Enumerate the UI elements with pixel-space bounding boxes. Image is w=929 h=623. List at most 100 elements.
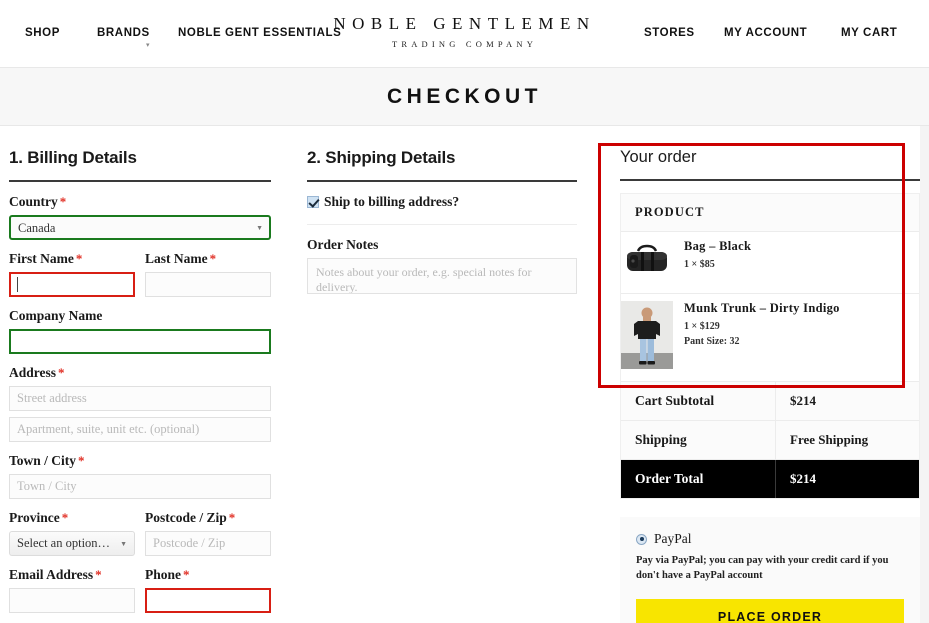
required-asterisk: * <box>75 251 83 266</box>
nav-item-my-cart[interactable]: MY CART <box>841 27 897 39</box>
email-label-text: Email Address <box>9 567 94 582</box>
first-name-label-text: First Name <box>9 251 74 266</box>
paypal-description: Pay via PayPal; you can pay with your cr… <box>636 555 889 582</box>
field-group-phone: Phone * <box>145 567 271 613</box>
order-total-label: Order Total <box>621 460 776 498</box>
city-input[interactable] <box>9 474 271 499</box>
field-group-address2 <box>9 417 271 442</box>
order-row-total: Order Total $214 <box>621 460 919 498</box>
page-scrollbar[interactable] <box>920 126 929 623</box>
billing-divider <box>9 180 271 182</box>
place-order-button[interactable]: PLACE ORDER <box>636 599 904 623</box>
province-label-text: Province <box>9 510 60 525</box>
required-asterisk: * <box>78 453 85 468</box>
order-notes-textarea[interactable] <box>307 258 577 294</box>
order-notes-label: Order Notes <box>307 237 379 252</box>
field-group-first-name: First Name * <box>9 251 135 297</box>
email-label: Email Address * <box>9 567 135 583</box>
billing-details-section: 1. Billing Details Country * Canada ▼ Fir… <box>9 148 271 623</box>
product-name[interactable]: Munk Trunk – Dirty Indigo <box>684 301 840 316</box>
billing-section-title: 1. Billing Details <box>9 148 137 167</box>
company-input[interactable] <box>9 329 271 354</box>
first-name-label: First Name * <box>9 251 135 267</box>
first-name-input[interactable] <box>9 272 135 297</box>
logo-brand-tagline: TRADING COMPANY <box>391 39 538 49</box>
shipping-inner-divider <box>307 224 577 225</box>
shipping-value: Free Shipping <box>790 432 869 447</box>
checkout-content: 1. Billing Details Country * Canada ▼ Fir… <box>0 126 929 623</box>
nav-item-noble-gent-essentials[interactable]: NOBLE GENT ESSENTIALS <box>178 27 341 39</box>
required-asterisk: * <box>95 567 102 582</box>
product-qty-price: 1 × $85 <box>684 259 715 270</box>
country-select[interactable]: Canada <box>9 215 271 240</box>
product-qty-price: 1 × $129 <box>684 321 720 332</box>
postcode-input[interactable] <box>145 531 271 556</box>
address-label-text: Address <box>9 365 57 380</box>
required-asterisk: * <box>58 365 65 380</box>
shipping-divider <box>307 180 577 182</box>
shipping-details-section: 2. Shipping Details Ship to billing addr… <box>307 148 577 299</box>
product-option: Pant Size: 32 <box>684 336 740 347</box>
phone-label: Phone * <box>145 567 271 583</box>
field-group-address: Address * <box>9 365 271 411</box>
province-select[interactable]: Select an option… <box>9 531 135 556</box>
order-line-item: Munk Trunk – Dirty Indigo 1 × $129 Pant … <box>621 294 919 382</box>
site-header: SHOP BRANDS ▾ NOBLE GENT ESSENTIALS NOBL… <box>0 0 929 68</box>
required-asterisk: * <box>183 567 190 582</box>
province-select-wrapper[interactable]: Select an option… ▼ <box>9 531 135 556</box>
munk-trunk-model-icon <box>621 301 673 369</box>
product-name[interactable]: Bag – Black <box>684 239 751 254</box>
order-divider <box>620 179 920 181</box>
order-row-subtotal: Cart Subtotal $214 <box>621 382 919 421</box>
province-label: Province * <box>9 510 135 526</box>
first-name-wrapper <box>9 272 135 297</box>
email-input[interactable] <box>9 588 135 613</box>
order-table: PRODUCT Bag – Black 1 × $85 Munk Trunk –… <box>620 193 920 499</box>
nav-item-brands[interactable]: BRANDS <box>97 27 150 39</box>
city-label-text: Town / City <box>9 453 77 468</box>
country-label: Country * <box>9 194 271 210</box>
phone-label-text: Phone <box>145 567 182 582</box>
country-select-wrapper[interactable]: Canada ▼ <box>9 215 271 240</box>
address-line1-input[interactable] <box>9 386 271 411</box>
subtotal-label: Cart Subtotal <box>621 382 776 420</box>
address-label: Address * <box>9 365 271 381</box>
nav-item-stores[interactable]: STORES <box>644 27 695 39</box>
company-label: Company Name <box>9 308 103 323</box>
field-group-province: Province * Select an option… ▼ <box>9 510 135 556</box>
ship-to-billing-checkbox[interactable] <box>307 196 319 208</box>
order-table-header-product: PRODUCT <box>621 194 919 232</box>
shipping-label: Shipping <box>621 421 776 459</box>
required-asterisk: * <box>61 510 69 525</box>
chevron-down-icon[interactable]: ▾ <box>146 41 150 49</box>
address-line2-input[interactable] <box>9 417 271 442</box>
field-group-postcode: Postcode / Zip * <box>145 510 271 556</box>
paypal-radio[interactable] <box>636 533 647 545</box>
ship-to-billing-row[interactable]: Ship to billing address? <box>307 194 577 210</box>
last-name-label: Last Name * <box>145 251 271 267</box>
nav-item-shop[interactable]: SHOP <box>25 27 60 39</box>
field-group-company: Company Name <box>9 308 271 354</box>
field-group-country: Country * Canada ▼ <box>9 194 271 240</box>
postcode-label-text: Postcode / Zip <box>145 510 227 525</box>
order-summary-title: Your order <box>620 148 697 166</box>
order-line-item: Bag – Black 1 × $85 <box>621 232 919 294</box>
required-asterisk: * <box>209 251 217 266</box>
city-label: Town / City * <box>9 453 271 469</box>
field-row-province-postcode: Province * Select an option… ▼ Postcode /… <box>9 510 271 556</box>
order-row-shipping: Shipping Free Shipping <box>621 421 919 460</box>
page-title: CHECKOUT <box>387 84 542 108</box>
phone-input[interactable] <box>145 588 271 613</box>
field-group-last-name: Last Name * <box>145 251 271 297</box>
subtotal-value: $214 <box>790 393 816 408</box>
payment-section: PayPal Pay via PayPal; you can pay with … <box>620 517 920 623</box>
page-title-band: CHECKOUT <box>0 68 929 126</box>
payment-method-paypal[interactable]: PayPal <box>636 531 904 547</box>
nav-item-my-account[interactable]: MY ACCOUNT <box>724 27 807 39</box>
order-total-value: $214 <box>790 471 816 486</box>
checkout-page: SHOP BRANDS ▾ NOBLE GENT ESSENTIALS NOBL… <box>0 0 929 623</box>
required-asterisk: * <box>228 510 236 525</box>
field-group-email: Email Address * <box>9 567 135 613</box>
last-name-input[interactable] <box>145 272 271 297</box>
shipping-section-title: 2. Shipping Details <box>307 148 456 167</box>
